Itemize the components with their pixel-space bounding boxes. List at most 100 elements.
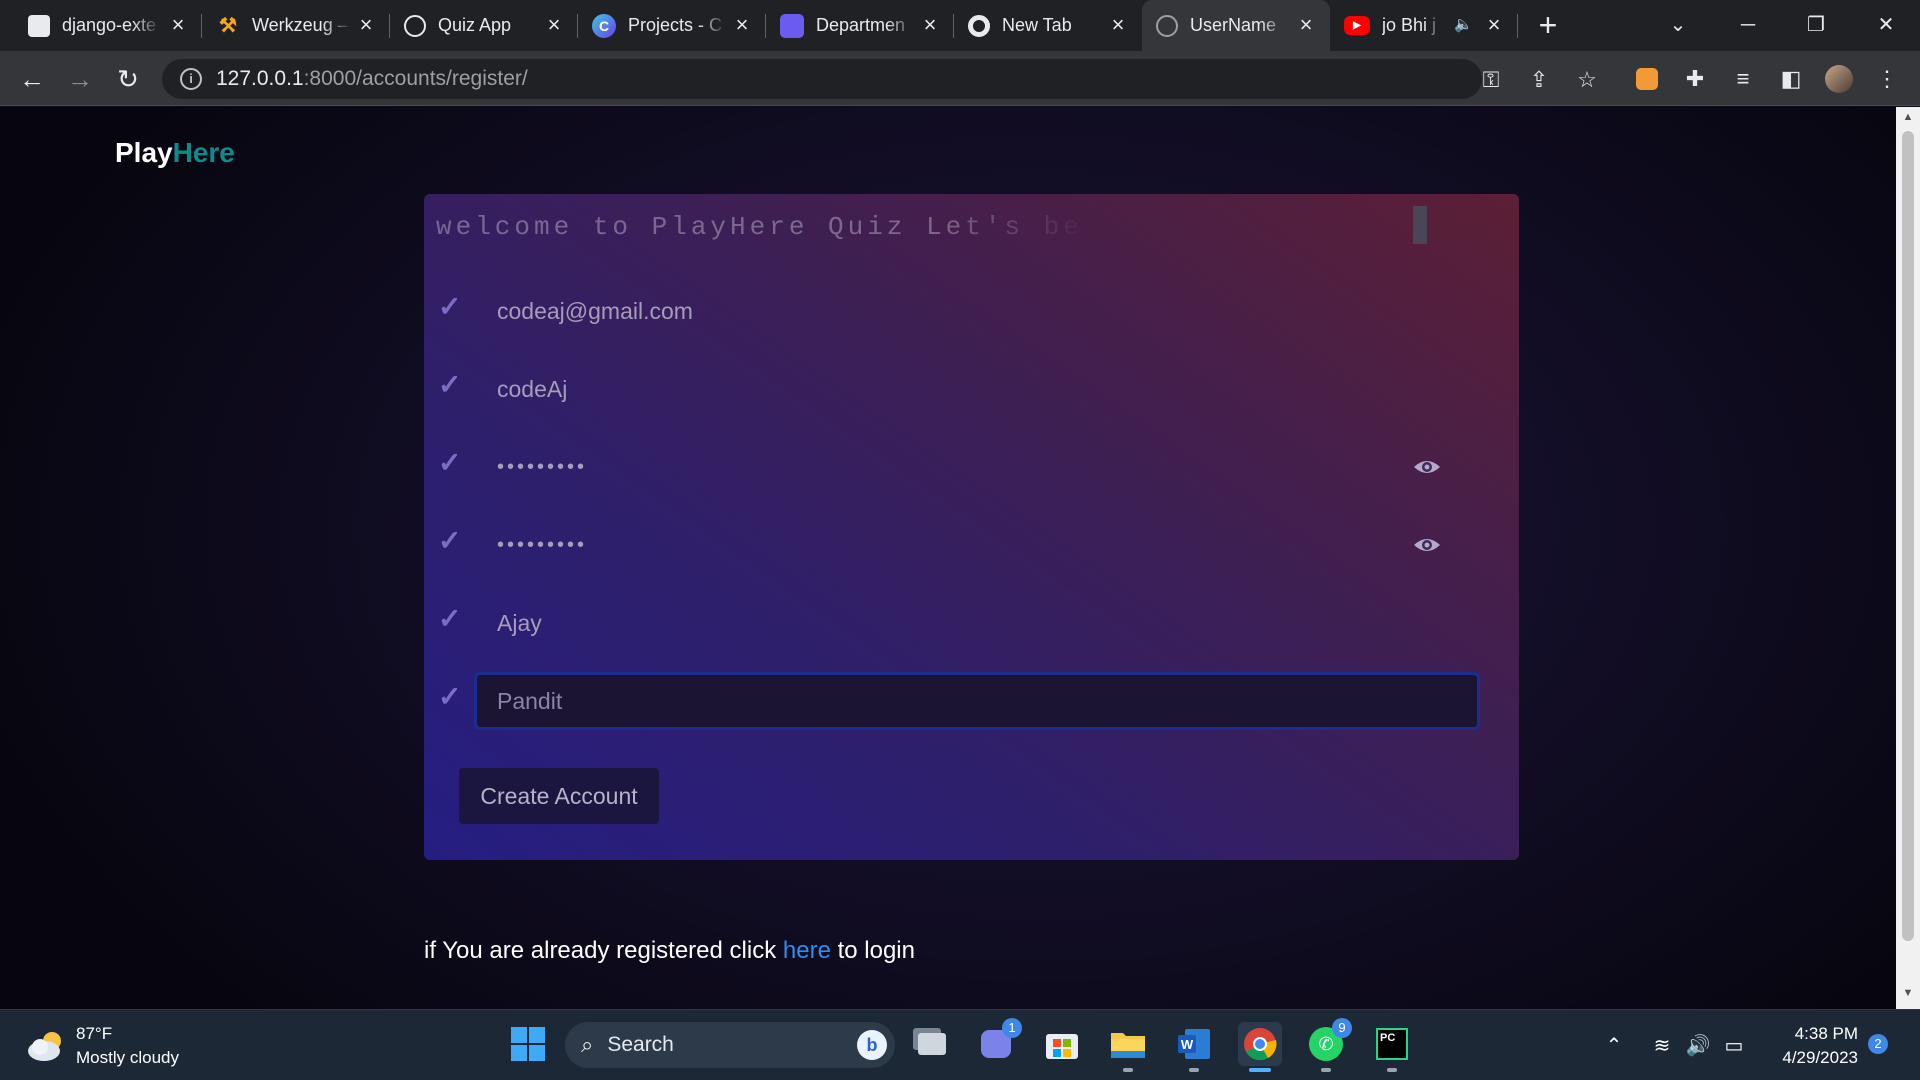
- volume-icon[interactable]: 🔊: [1684, 1032, 1712, 1060]
- clock-time: 4:38 PM: [1794, 1024, 1858, 1043]
- scrollbar-thumb[interactable]: [1902, 131, 1914, 941]
- forward-arrow-icon[interactable]: →: [62, 61, 98, 97]
- microsoft-store-icon[interactable]: [1040, 1022, 1084, 1066]
- tab-separator: [1517, 14, 1518, 38]
- login-link[interactable]: here: [783, 937, 831, 964]
- tab-title: New Tab: [1002, 15, 1072, 35]
- password-row: ✓ •••••••••: [424, 438, 1519, 496]
- weather-text: 87°F Mostly cloudy: [76, 1022, 179, 1070]
- close-icon[interactable]: ×: [166, 13, 190, 37]
- whatsapp-icon[interactable]: ✆ 9: [1304, 1018, 1352, 1072]
- email-field[interactable]: codeaj@gmail.com: [474, 282, 1480, 340]
- first-name-row: ✓ Ajay: [424, 594, 1519, 652]
- new-tab-button[interactable]: +: [1532, 9, 1564, 42]
- close-icon[interactable]: ×: [730, 13, 754, 37]
- page-viewport: PlayHere welcome to PlayHere Quiz Let's …: [0, 107, 1896, 1009]
- check-icon: ✓: [438, 525, 462, 556]
- close-icon[interactable]: ×: [1294, 13, 1318, 37]
- running-indicator: [1321, 1068, 1331, 1072]
- reload-icon[interactable]: ↻: [110, 61, 146, 97]
- speaker-icon[interactable]: 🔈: [1454, 15, 1473, 33]
- weather-widget[interactable]: 87°F Mostly cloudy: [26, 1022, 179, 1070]
- tab-quiz-app[interactable]: Quiz App ×: [390, 0, 578, 51]
- extension-icon[interactable]: [1630, 62, 1664, 96]
- back-arrow-icon[interactable]: ←: [14, 61, 50, 97]
- bookmark-star-icon[interactable]: ☆: [1574, 67, 1600, 93]
- login-prefix: if You are already registered click: [424, 937, 783, 964]
- last-name-field[interactable]: Pandit: [474, 672, 1480, 730]
- start-windows-icon[interactable]: [506, 1022, 550, 1066]
- scroll-down-arrow-icon[interactable]: ▼: [1900, 987, 1916, 1003]
- bing-icon[interactable]: b: [857, 1030, 887, 1060]
- eye-icon[interactable]: [1412, 530, 1442, 560]
- word-icon[interactable]: W: [1172, 1022, 1216, 1072]
- restore-icon[interactable]: ❐: [1796, 8, 1836, 42]
- confirm-password-row: ✓ •••••••••: [424, 516, 1519, 574]
- wifi-icon[interactable]: ≋: [1648, 1032, 1676, 1060]
- cloud-icon: [28, 1032, 61, 1061]
- close-icon[interactable]: ×: [1482, 13, 1506, 37]
- share-icon[interactable]: ⇪: [1526, 67, 1552, 93]
- close-icon[interactable]: ×: [354, 13, 378, 37]
- address-bar[interactable]: i 127.0.0.1:8000/accounts/register/ ⚿ ⇪ …: [162, 59, 1597, 99]
- tab-strip: django-exte × ⚒ Werkzeug – × Quiz App × …: [0, 0, 1920, 51]
- tab-new-tab[interactable]: New Tab ×: [954, 0, 1142, 51]
- tab-django[interactable]: django-exte ×: [14, 0, 202, 51]
- file-explorer-icon[interactable]: [1106, 1022, 1150, 1072]
- browser-toolbar: ← → ↻ i 127.0.0.1:8000/accounts/register…: [0, 51, 1920, 106]
- teams-chat-icon[interactable]: 1: [974, 1018, 1022, 1066]
- pycharm-icon[interactable]: PC: [1370, 1022, 1414, 1072]
- register-card: welcome to PlayHere Quiz Let's be ✓ code…: [424, 194, 1519, 860]
- battery-icon[interactable]: ▭: [1720, 1032, 1748, 1060]
- close-icon[interactable]: ×: [542, 13, 566, 37]
- create-account-button[interactable]: Create Account: [459, 768, 659, 824]
- task-view-icon[interactable]: [910, 1022, 954, 1066]
- globe-icon: [404, 14, 426, 37]
- info-icon[interactable]: i: [180, 68, 202, 90]
- canva-icon: C: [592, 13, 616, 38]
- first-name-field[interactable]: Ajay: [474, 594, 1480, 652]
- taskbar-search[interactable]: ⌕ Search b: [565, 1022, 895, 1068]
- check-icon: ✓: [438, 291, 462, 322]
- chrome-icon[interactable]: [1238, 1022, 1282, 1072]
- kebab-menu-icon[interactable]: ⋮: [1870, 62, 1904, 96]
- key-icon[interactable]: ⚿: [1478, 67, 1504, 93]
- tab-title: Departmen: [816, 15, 906, 35]
- password-field[interactable]: •••••••••: [474, 438, 1480, 496]
- typing-cursor: [1413, 206, 1427, 244]
- close-icon[interactable]: ×: [918, 13, 942, 37]
- tab-projects[interactable]: C Projects - C ×: [578, 0, 766, 51]
- url-path: :8000/accounts/register/: [303, 67, 528, 90]
- chevron-up-icon[interactable]: ⌃: [1600, 1032, 1628, 1060]
- svg-text:W: W: [1181, 1037, 1194, 1052]
- confirm-password-field[interactable]: •••••••••: [474, 516, 1480, 574]
- check-icon: ✓: [438, 369, 462, 400]
- login-suffix: to login: [830, 937, 915, 964]
- url-text[interactable]: 127.0.0.1:8000/accounts/register/: [216, 67, 528, 91]
- weather-condition: Mostly cloudy: [76, 1048, 179, 1067]
- tab-youtube[interactable]: ▶ jo Bhi j 🔈 ×: [1330, 0, 1518, 51]
- tab-title: jo Bhi j: [1382, 15, 1437, 35]
- tab-department[interactable]: Departmen ×: [766, 0, 954, 51]
- avatar[interactable]: [1822, 62, 1856, 96]
- puzzle-icon[interactable]: ✚: [1678, 62, 1712, 96]
- media-queue-icon[interactable]: ≡: [1726, 62, 1760, 96]
- vertical-scrollbar[interactable]: ▲ ▼: [1896, 107, 1920, 1009]
- tab-search-chevron-icon[interactable]: ⌄: [1658, 8, 1698, 42]
- globe-icon: [1156, 14, 1178, 37]
- clock[interactable]: 4:38 PM 4/29/2023: [1770, 1022, 1858, 1070]
- brand-logo[interactable]: PlayHere: [115, 137, 235, 169]
- close-icon[interactable]: ×: [1106, 13, 1130, 37]
- window-close-icon[interactable]: ✕: [1866, 8, 1906, 42]
- hammer-icon: ⚒: [219, 15, 237, 37]
- tab-werkzeug[interactable]: ⚒ Werkzeug – ×: [202, 0, 390, 51]
- minimize-icon[interactable]: ─: [1728, 8, 1768, 42]
- chrome-icon: [968, 14, 990, 37]
- notification-badge[interactable]: 2: [1868, 1034, 1888, 1054]
- side-panel-icon[interactable]: ◧: [1774, 62, 1808, 96]
- scroll-up-arrow-icon[interactable]: ▲: [1900, 111, 1916, 127]
- eye-icon[interactable]: [1412, 452, 1442, 482]
- check-icon: ✓: [438, 681, 462, 712]
- username-field[interactable]: codeAj: [474, 360, 1480, 418]
- tab-username[interactable]: UserName ×: [1142, 0, 1330, 51]
